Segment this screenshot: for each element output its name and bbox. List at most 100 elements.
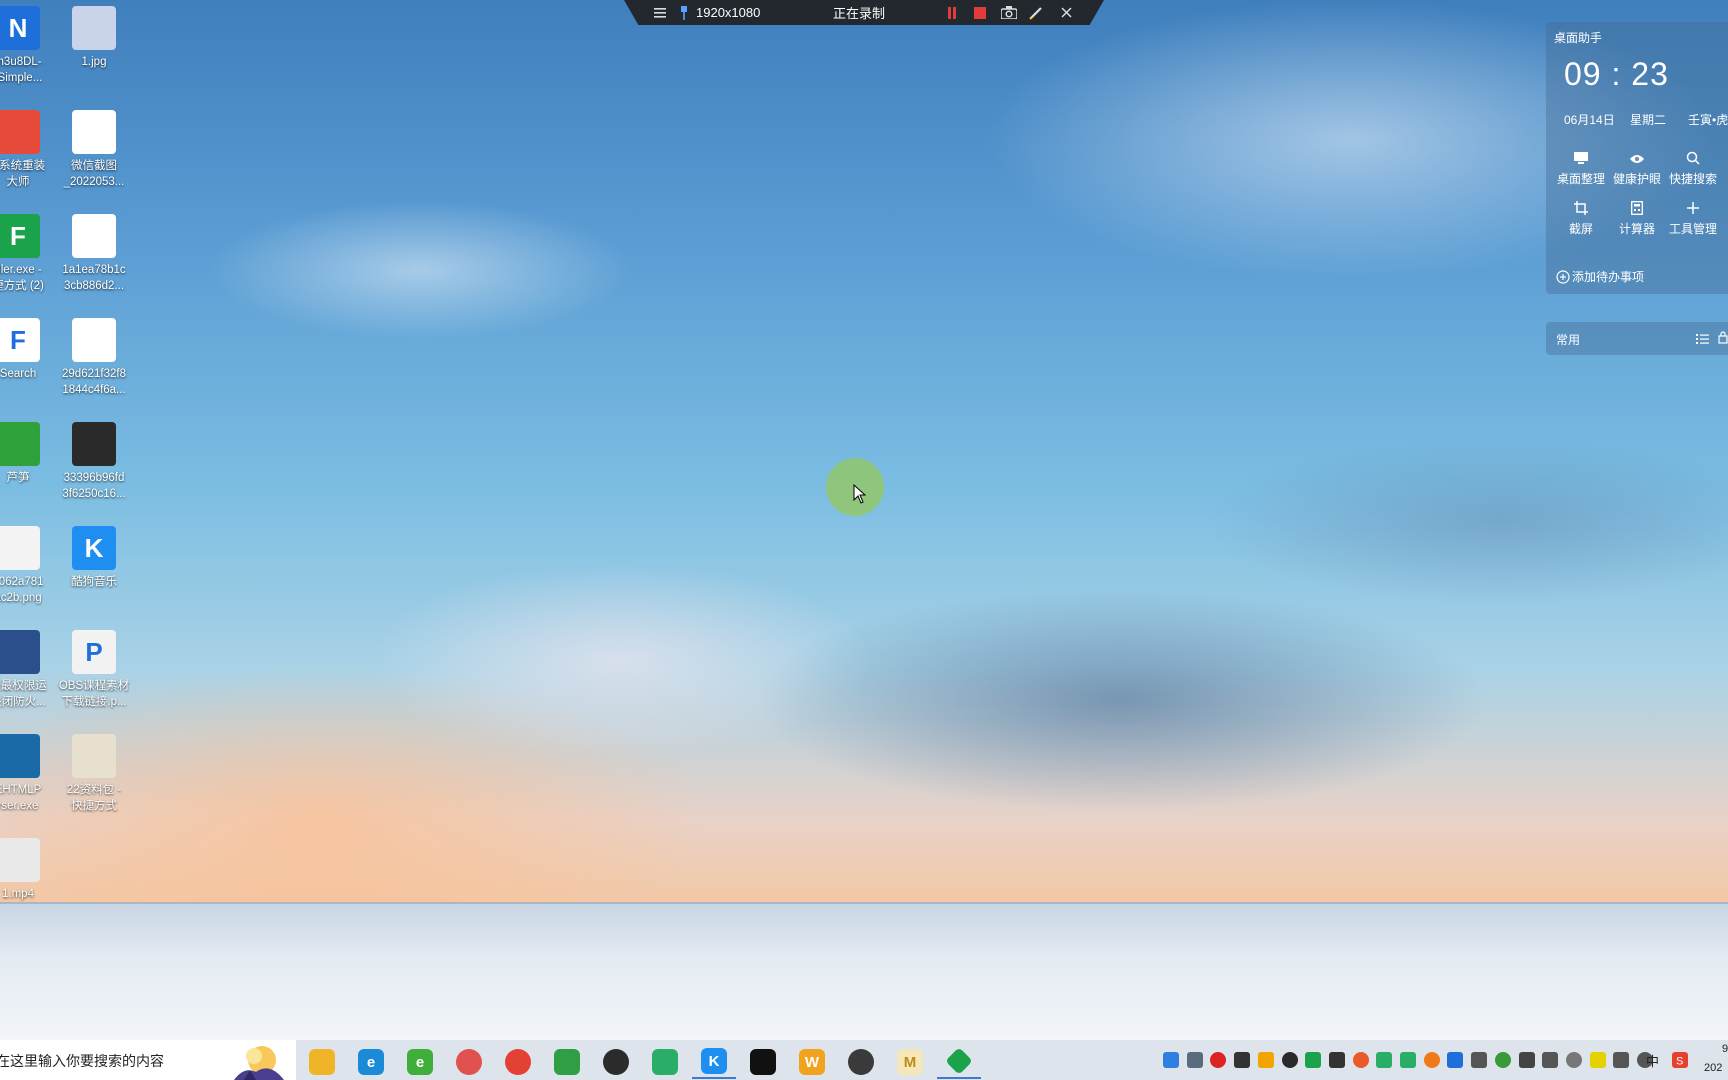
- desktop-icon[interactable]: 微信截图 _2022053...: [50, 110, 138, 190]
- desktop-icon-image: [72, 214, 116, 258]
- tray-icon[interactable]: [1305, 1052, 1322, 1068]
- taskbar-app-recorder[interactable]: [839, 1045, 883, 1079]
- taskbar-app-wechat[interactable]: [643, 1045, 687, 1079]
- desktop-icon[interactable]: K 酷狗音乐: [50, 526, 138, 590]
- widget-button-label: 健康护眼: [1612, 172, 1661, 186]
- widget-button-label: 桌面整理: [1556, 172, 1605, 186]
- stop-icon[interactable]: [972, 4, 988, 21]
- taskbar-app-edge[interactable]: e: [349, 1045, 393, 1079]
- desktop-icon[interactable]: 22资料包 - 快捷方式: [50, 734, 138, 814]
- menu-icon[interactable]: [652, 4, 668, 21]
- ime-indicator[interactable]: 中: [1646, 1051, 1659, 1070]
- desktop-icon[interactable]: 1.mp4: [0, 838, 62, 902]
- recording-resolution: 1920x1080: [696, 5, 761, 20]
- taskbar-app-green-app[interactable]: [937, 1045, 981, 1079]
- taskbar-app-360-browser[interactable]: e: [398, 1045, 442, 1079]
- capcut-icon: [750, 1049, 776, 1075]
- list-icon[interactable]: [1696, 332, 1709, 350]
- taskbar-app-color-app[interactable]: [447, 1045, 491, 1079]
- widget-button[interactable]: 健康护眼: [1608, 150, 1666, 187]
- desktop-icon-label: 29d621f32f8: [62, 368, 126, 380]
- widget-button[interactable]: 截屏: [1552, 200, 1610, 237]
- tray-icon[interactable]: [1471, 1052, 1488, 1068]
- obs-icon: [603, 1049, 629, 1075]
- clock-date[interactable]: 202: [1704, 1062, 1722, 1074]
- tray-icon[interactable]: [1234, 1052, 1251, 1068]
- tray-icon[interactable]: [1328, 1052, 1345, 1068]
- widget-date: 06月14日: [1564, 113, 1615, 127]
- tray-icon[interactable]: [1352, 1052, 1369, 1068]
- desktop-icon-label: 微信截图: [71, 160, 117, 172]
- tray-icon[interactable]: [1423, 1052, 1440, 1068]
- desktop-icon[interactable]: 33396b96fd 3f6250c16...: [50, 422, 138, 502]
- desktop-icon-image: K: [72, 526, 116, 570]
- tray-icon[interactable]: [1400, 1052, 1416, 1068]
- taskbar-app-obs[interactable]: [594, 1045, 638, 1079]
- tray-icon[interactable]: [1281, 1052, 1298, 1068]
- desktop-icon-label: 3cb886d2...: [63, 280, 125, 292]
- pen-icon[interactable]: [1028, 4, 1044, 21]
- tray-icon[interactable]: [1186, 1052, 1203, 1068]
- chrome-icon: [505, 1049, 531, 1075]
- add-todo-button[interactable]: 添加待办事项: [1556, 268, 1644, 285]
- desktop-icon[interactable]: 1.jpg: [50, 6, 138, 70]
- camera-icon[interactable]: [1000, 4, 1018, 21]
- widget-button-label: 截屏: [1568, 222, 1593, 236]
- mouse-cursor-icon: [853, 484, 867, 504]
- widget-button[interactable]: 计算器: [1608, 200, 1666, 237]
- taskbar-app-kugou[interactable]: K: [692, 1045, 736, 1079]
- tray-icon[interactable]: [1589, 1052, 1606, 1068]
- w-app-icon: W: [799, 1049, 825, 1075]
- taskbar-app-chrome[interactable]: [496, 1045, 540, 1079]
- desktop-icon-image: F: [0, 318, 40, 362]
- lock-icon[interactable]: [1718, 331, 1728, 349]
- desktop-icon-image: [0, 110, 40, 154]
- desktop-icon[interactable]: 29d621f32f8 1844c4f6a...: [50, 318, 138, 398]
- tray-icon[interactable]: [1163, 1052, 1179, 1068]
- taskbar-app-file-explorer[interactable]: [300, 1045, 344, 1079]
- common-panel-title: 常用: [1556, 333, 1581, 347]
- desktop-icon-label: ac2b.png: [0, 592, 42, 604]
- desktop-icon-image: [0, 526, 40, 570]
- tray-icon[interactable]: [1518, 1052, 1535, 1068]
- chart-app-icon: [554, 1049, 580, 1075]
- widget-button[interactable]: 工具管理: [1664, 200, 1722, 237]
- desktop-icon-image: [0, 734, 40, 778]
- desktop-icon-label: 22资料包 -: [66, 784, 122, 796]
- taskbar-search-box[interactable]: 在这里输入你要搜索的内容: [0, 1040, 296, 1080]
- desktop-icon[interactable]: P OBS课程素材 下载链接.p...: [50, 630, 138, 710]
- recording-toolbar: 1920x1080 正在录制: [624, 0, 1104, 25]
- tray-icon[interactable]: [1210, 1052, 1227, 1068]
- taskbar-app-m-app[interactable]: M: [888, 1045, 932, 1079]
- desktop-icon-label: 1.jpg: [81, 56, 107, 68]
- search-placeholder: 在这里输入你要搜索的内容: [0, 1053, 164, 1069]
- tray-icon[interactable]: [1376, 1052, 1393, 1068]
- taskbar-app-capcut[interactable]: [741, 1045, 785, 1079]
- kugou-icon: K: [701, 1048, 727, 1074]
- edge-icon: e: [358, 1049, 384, 1075]
- pin-icon[interactable]: [676, 4, 692, 21]
- taskbar-app-chart-app[interactable]: [545, 1045, 589, 1079]
- pause-icon[interactable]: [944, 4, 960, 21]
- close-icon[interactable]: [1058, 4, 1074, 21]
- tray-icon[interactable]: [1613, 1052, 1630, 1068]
- widget-button-label: 工具管理: [1668, 222, 1717, 236]
- desktop-icon-label: 下载链接.p...: [61, 696, 127, 708]
- widget-button[interactable]: 快捷搜索: [1664, 150, 1722, 187]
- add-todo-label: 添加待办事项: [1572, 270, 1645, 284]
- desktop-icon-image: [0, 630, 40, 674]
- clock-time[interactable]: 9: [1722, 1043, 1728, 1055]
- search-icon: [1664, 150, 1722, 170]
- tray-icon[interactable]: [1565, 1052, 1582, 1068]
- desktop-icon[interactable]: 1a1ea78b1c 3cb886d2...: [50, 214, 138, 294]
- tray-icon[interactable]: [1447, 1052, 1464, 1068]
- wallpaper-sea: [0, 902, 1728, 1042]
- widget-button[interactable]: 桌面整理: [1552, 150, 1610, 187]
- sogou-ime-icon[interactable]: S: [1672, 1052, 1688, 1068]
- tray-icon[interactable]: [1494, 1052, 1511, 1068]
- tray-icon[interactable]: [1257, 1052, 1274, 1068]
- 360-browser-icon: e: [407, 1049, 433, 1075]
- calculator-icon: [1608, 200, 1666, 220]
- taskbar-app-w-app[interactable]: W: [790, 1045, 834, 1079]
- tray-icon[interactable]: [1542, 1052, 1559, 1068]
